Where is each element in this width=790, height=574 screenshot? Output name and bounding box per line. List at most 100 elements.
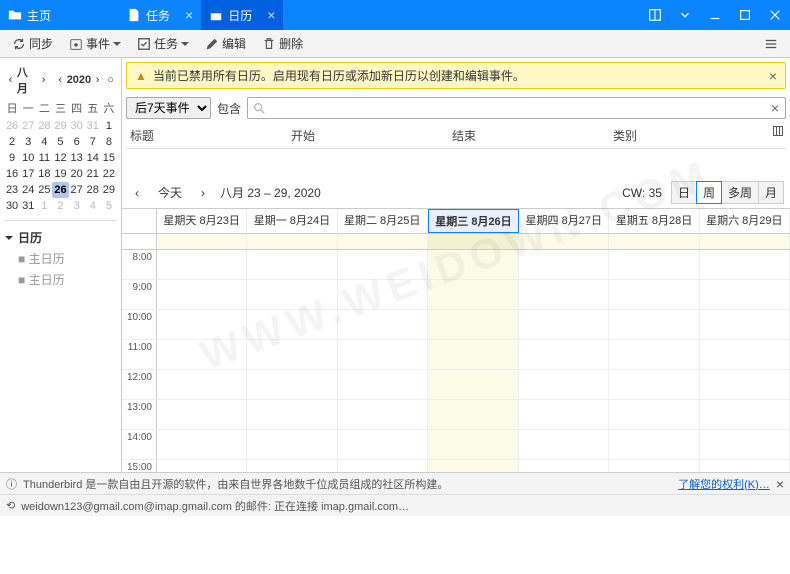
time-cell[interactable] (338, 280, 428, 309)
time-cell[interactable] (700, 460, 790, 472)
time-cell[interactable] (338, 250, 428, 279)
column-category[interactable]: 类别 (609, 125, 770, 146)
time-cell[interactable] (700, 250, 790, 279)
view-button-2[interactable]: 多周 (721, 181, 759, 204)
time-cell[interactable] (700, 370, 790, 399)
next-year-button[interactable]: › (91, 73, 104, 87)
day-header[interactable]: 星期二 8月25日 (338, 209, 428, 233)
time-cell[interactable] (700, 430, 790, 459)
mini-cal-day[interactable]: 6 (69, 134, 85, 150)
time-cell[interactable] (519, 430, 609, 459)
time-cell[interactable] (519, 280, 609, 309)
delete-button[interactable]: 删除 (256, 32, 309, 55)
column-title[interactable]: 标题 (126, 125, 287, 146)
mini-cal-day[interactable]: 5 (52, 134, 68, 150)
event-button[interactable]: 事件 (63, 32, 127, 55)
clear-search-button[interactable]: × (769, 100, 781, 116)
mini-cal-day[interactable]: 3 (69, 198, 85, 214)
mini-cal-day[interactable]: 19 (52, 166, 68, 182)
mini-cal-day[interactable]: 4 (36, 134, 52, 150)
calendar-list-header[interactable]: 日历 (4, 227, 117, 248)
time-cell[interactable] (157, 460, 247, 472)
allday-cell[interactable] (428, 234, 518, 249)
task-button[interactable]: 任务 (131, 32, 195, 55)
mini-cal-day[interactable]: 26 (4, 118, 20, 134)
time-cell[interactable] (609, 430, 699, 459)
time-cell[interactable] (519, 460, 609, 472)
mini-cal-day[interactable]: 13 (69, 150, 85, 166)
edit-button[interactable]: 编辑 (199, 32, 252, 55)
allday-cell[interactable] (519, 234, 609, 249)
next-month-button[interactable]: › (37, 73, 50, 87)
mini-cal-day[interactable]: 5 (101, 198, 117, 214)
mini-cal-day[interactable]: 3 (20, 134, 36, 150)
time-cell[interactable] (428, 400, 518, 429)
time-cell[interactable] (609, 310, 699, 339)
time-cell[interactable] (247, 400, 337, 429)
time-cell[interactable] (338, 340, 428, 369)
mini-cal-day[interactable]: 29 (101, 182, 117, 198)
day-header[interactable]: 星期五 8月28日 (609, 209, 699, 233)
search-input[interactable] (270, 101, 769, 115)
time-cell[interactable] (338, 430, 428, 459)
allday-cell[interactable] (338, 234, 428, 249)
mini-cal-day[interactable]: 9 (4, 150, 20, 166)
year-label[interactable]: 2020 (67, 74, 91, 86)
time-cell[interactable] (428, 460, 518, 472)
time-cell[interactable] (338, 460, 428, 472)
mini-cal-day[interactable]: 30 (4, 198, 20, 214)
tab-home[interactable]: 主页 (0, 0, 59, 30)
time-cell[interactable] (609, 400, 699, 429)
day-header[interactable]: 星期六 8月29日 (700, 209, 790, 233)
time-cell[interactable] (609, 280, 699, 309)
mini-cal-day[interactable]: 26 (52, 182, 68, 198)
time-cell[interactable] (247, 250, 337, 279)
time-cell[interactable] (157, 400, 247, 429)
mini-cal-day[interactable]: 10 (20, 150, 36, 166)
close-info-button[interactable]: × (776, 476, 784, 492)
day-header[interactable]: 星期四 8月27日 (519, 209, 609, 233)
time-cell[interactable] (519, 370, 609, 399)
tab-calendar[interactable]: 日历 × (201, 0, 283, 30)
time-cell[interactable] (519, 400, 609, 429)
mini-cal-day[interactable]: 18 (36, 166, 52, 182)
time-cell[interactable] (609, 370, 699, 399)
time-cell[interactable] (700, 310, 790, 339)
close-icon[interactable]: × (185, 7, 193, 23)
mini-cal-day[interactable]: 23 (4, 182, 20, 198)
time-cell[interactable] (519, 250, 609, 279)
today-button[interactable]: 今天 (150, 182, 190, 203)
mini-cal-day[interactable]: 31 (85, 118, 101, 134)
time-cell[interactable] (700, 280, 790, 309)
time-cell[interactable] (609, 340, 699, 369)
month-label[interactable]: 八月 (17, 64, 37, 96)
mini-cal-day[interactable]: 14 (85, 150, 101, 166)
close-icon[interactable]: × (267, 7, 275, 23)
mini-cal-day[interactable]: 15 (101, 150, 117, 166)
app-menu-button[interactable] (758, 34, 784, 54)
time-cell[interactable] (247, 280, 337, 309)
mini-cal-day[interactable]: 4 (85, 198, 101, 214)
mini-cal-day[interactable]: 24 (20, 182, 36, 198)
time-cell[interactable] (157, 310, 247, 339)
day-header[interactable]: 星期天 8月23日 (157, 209, 247, 233)
allday-cell[interactable] (609, 234, 699, 249)
allday-cell[interactable] (700, 234, 790, 249)
mini-cal-day[interactable]: 25 (36, 182, 52, 198)
time-cell[interactable] (428, 370, 518, 399)
view-button-3[interactable]: 月 (758, 181, 784, 204)
time-cell[interactable] (519, 340, 609, 369)
time-cell[interactable] (428, 310, 518, 339)
prev-year-button[interactable]: ‹ (54, 73, 67, 87)
close-warning-button[interactable]: × (769, 68, 777, 84)
maximize-button[interactable] (730, 0, 760, 30)
spaces-button[interactable] (640, 0, 670, 30)
time-cell[interactable] (247, 340, 337, 369)
time-cell[interactable] (609, 460, 699, 472)
calendar-list-item[interactable]: ■ 主日历 (4, 269, 117, 290)
column-end[interactable]: 结束 (448, 125, 609, 146)
mini-cal-day[interactable]: 28 (85, 182, 101, 198)
mini-cal-day[interactable]: 2 (52, 198, 68, 214)
mini-cal-day[interactable]: 21 (85, 166, 101, 182)
close-button[interactable] (760, 0, 790, 30)
